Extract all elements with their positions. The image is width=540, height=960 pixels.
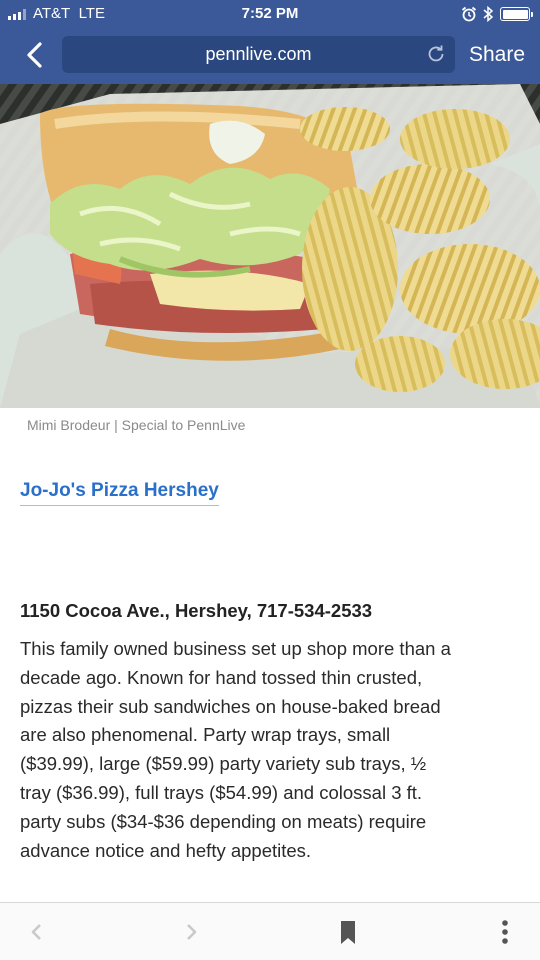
photo-credit: Mimi Brodeur | Special to PennLive xyxy=(27,417,246,433)
description-line: tray ($36.99), full trays ($54.99) and c… xyxy=(20,781,423,803)
url-bar[interactable]: pennlive.com xyxy=(62,36,455,73)
description-line: ($39.99), large ($59.99) party variety s… xyxy=(20,753,427,775)
description-line: decade ago. Known for hand tossed thin c… xyxy=(20,666,423,688)
reload-icon[interactable] xyxy=(425,43,447,65)
description-paragraph: This family owned business set up shop m… xyxy=(20,635,520,865)
bookmark-icon[interactable] xyxy=(333,917,363,947)
description-line: advance notice and hefty appetites. xyxy=(20,839,312,861)
bluetooth-icon xyxy=(483,5,494,23)
article-photo xyxy=(0,84,540,408)
nav-forward-icon[interactable] xyxy=(176,917,206,947)
status-time: 7:52 PM xyxy=(241,5,299,22)
battery-icon xyxy=(500,7,533,21)
sandwich-photo-image xyxy=(0,84,540,408)
nav-back-icon[interactable] xyxy=(22,917,52,947)
address-line: 1150 Cocoa Ave., Hershey, 717-534-2533 xyxy=(20,600,373,621)
description-line: are also phenomenal. Party wrap trays, s… xyxy=(20,724,391,746)
more-icon[interactable] xyxy=(490,917,520,947)
back-chevron-icon[interactable] xyxy=(20,40,50,70)
url-text: pennlive.com xyxy=(205,44,312,64)
bottom-toolbar xyxy=(0,902,540,960)
browser-top-bar: AT&T LTE 7:52 PM pennlive.com Share xyxy=(0,0,540,84)
description-line: pizzas their sub sandwiches on house-bak… xyxy=(20,695,441,717)
place-name-link[interactable]: Jo-Jo's Pizza Hershey xyxy=(20,480,219,506)
description-line: party subs ($34-$36 depending on meats) … xyxy=(20,810,427,832)
description-line: This family owned business set up shop m… xyxy=(20,638,451,659)
status-bar: AT&T LTE 7:52 PM xyxy=(0,0,540,28)
alarm-icon xyxy=(461,6,477,22)
share-button[interactable]: Share xyxy=(469,43,525,67)
